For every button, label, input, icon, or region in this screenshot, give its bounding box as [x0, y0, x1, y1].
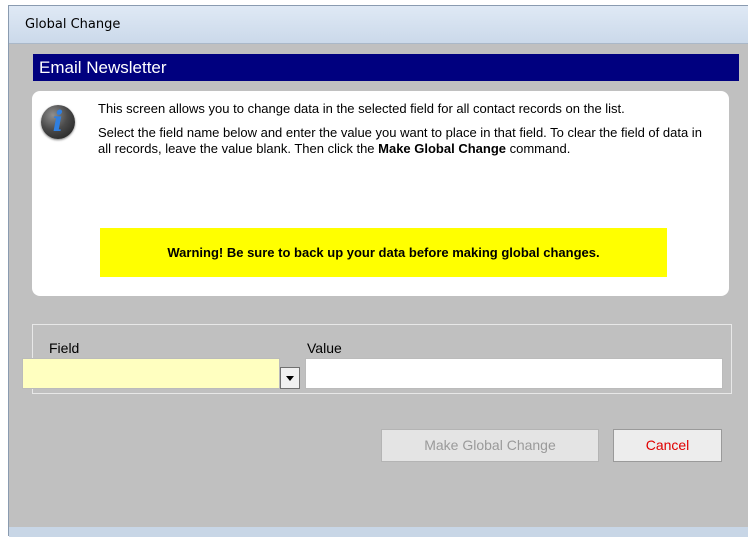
info-icon: i [41, 105, 75, 139]
window-title: Global Change [25, 17, 121, 32]
info-icon-glyph: i [52, 105, 64, 138]
value-label: Value [307, 340, 342, 356]
info-paragraph-1: This screen allows you to change data in… [98, 101, 625, 116]
make-global-change-button[interactable]: Make Global Change [381, 429, 599, 462]
info-panel: i This screen allows you to change data … [32, 91, 729, 296]
section-banner: Email Newsletter [33, 54, 739, 81]
value-input[interactable] [305, 358, 723, 389]
field-select[interactable] [22, 358, 280, 389]
title-bar[interactable]: Global Change [9, 6, 748, 44]
field-label: Field [49, 340, 80, 356]
info-paragraph-2-bold: Make Global Change [378, 141, 507, 156]
field-dropdown-button[interactable] [280, 367, 300, 389]
info-text: This screen allows you to change data in… [98, 101, 713, 165]
dialog-body: Email Newsletter i This screen allows yo… [9, 44, 748, 536]
info-paragraph-2: Select the field name below and enter th… [98, 125, 713, 157]
info-paragraph-2-post: command. [506, 141, 571, 156]
cancel-button[interactable]: Cancel [613, 429, 722, 462]
chevron-down-icon [286, 376, 294, 381]
warning-box: Warning! Be sure to back up your data be… [100, 228, 667, 277]
global-change-window: Global Change Email Newsletter i This sc… [8, 5, 748, 537]
